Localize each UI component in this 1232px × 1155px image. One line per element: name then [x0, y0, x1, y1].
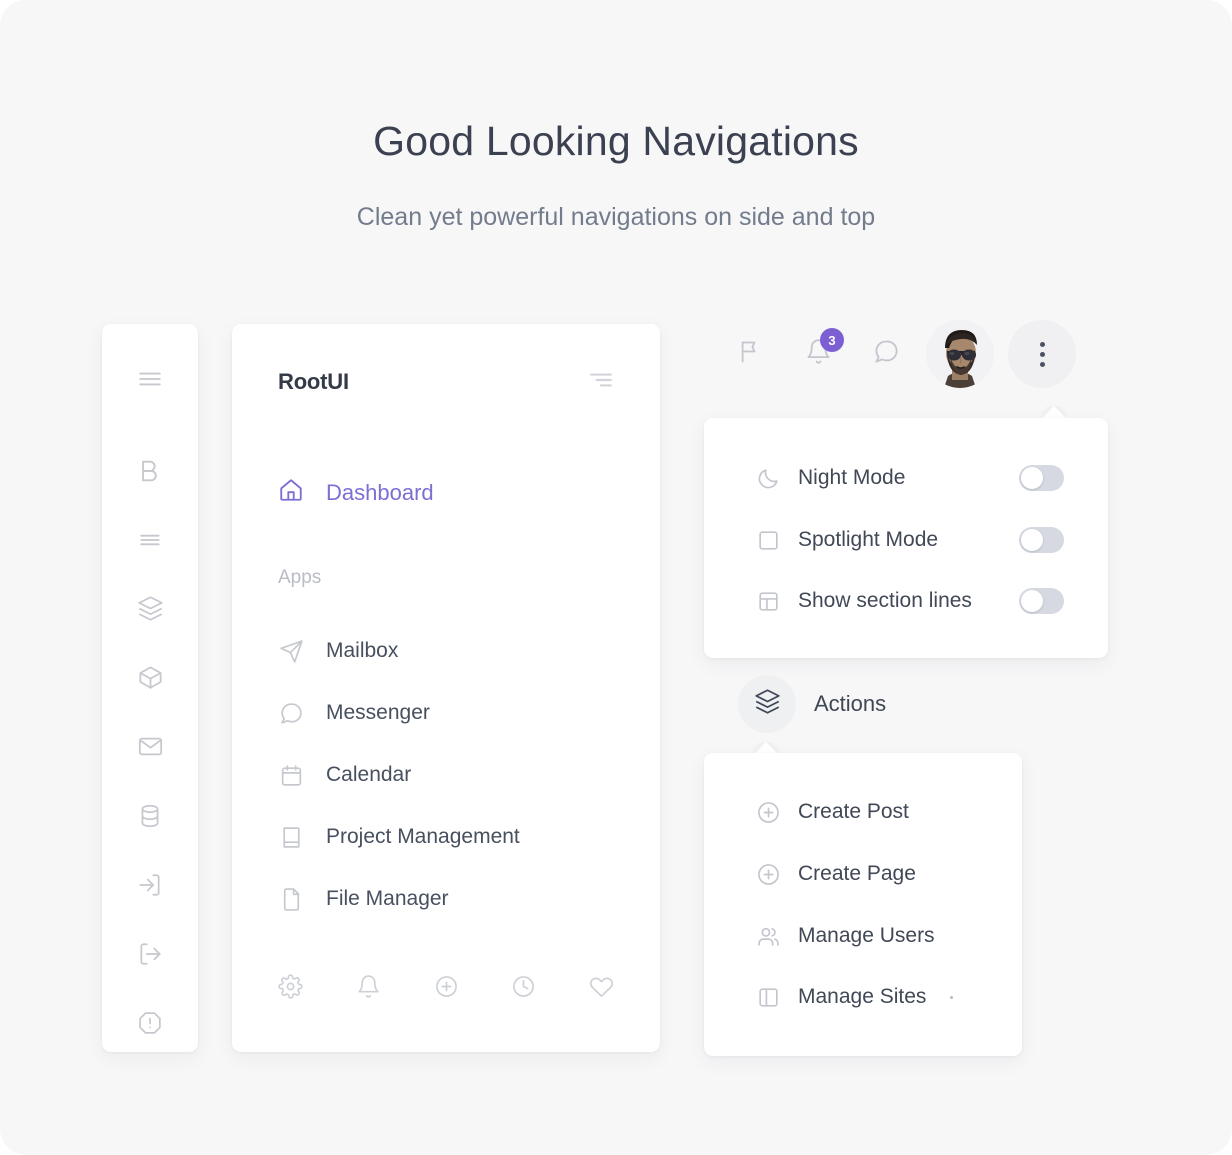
- sidebar-header: RootUI: [232, 362, 660, 402]
- main-sidebar: RootUI Dashboard Apps Mailbox Messenger …: [232, 324, 660, 1052]
- message-circle-icon: [278, 701, 304, 726]
- bell-icon[interactable]: [356, 974, 381, 999]
- rail-item-alert[interactable]: [102, 1002, 198, 1048]
- action-label: Manage Users: [798, 924, 935, 947]
- rail-item-layers[interactable]: [102, 588, 198, 634]
- rail-item-menu[interactable]: [102, 358, 198, 404]
- sidebar-item-mailbox[interactable]: Mailbox: [278, 620, 640, 682]
- plus-circle-icon: [756, 800, 798, 825]
- heart-icon[interactable]: [589, 974, 614, 999]
- settings-gear-icon[interactable]: [278, 974, 303, 999]
- layers-icon: [137, 595, 164, 627]
- option-spotlight-mode[interactable]: Spotlight Mode: [756, 520, 1064, 560]
- notifications-button[interactable]: 3: [784, 320, 852, 388]
- settings-popover: Night Mode Spotlight Mode Show section l…: [704, 418, 1108, 658]
- log-in-icon: [137, 872, 163, 903]
- sidebar-item-label: Messenger: [326, 701, 430, 724]
- more-options-button[interactable]: [1008, 320, 1076, 388]
- moon-icon: [756, 466, 798, 491]
- sidebar-nav-list: Mailbox Messenger Calendar Project Manag…: [278, 620, 640, 930]
- brand-logo: RootUI: [278, 369, 349, 394]
- page-root: Good Looking Navigations Clean yet power…: [0, 0, 1232, 1155]
- clock-icon[interactable]: [511, 974, 536, 999]
- sidebar-item-dashboard[interactable]: Dashboard: [278, 477, 434, 508]
- actions-popover: Create Post Create Page Manage Users Man…: [704, 753, 1022, 1056]
- page-subtitle: Clean yet powerful navigations on side a…: [356, 203, 876, 231]
- book-icon: [278, 825, 304, 850]
- sidebar-item-label: Calendar: [326, 763, 412, 786]
- action-manage-sites[interactable]: Manage Sites: [756, 977, 1002, 1017]
- option-label: Show section lines: [798, 589, 972, 612]
- actions-label: Actions: [814, 691, 887, 716]
- section-lines-toggle[interactable]: [1019, 588, 1064, 614]
- bold-b-logo-icon: [136, 457, 164, 490]
- avatar[interactable]: [926, 320, 994, 388]
- file-icon: [278, 887, 304, 912]
- layout-icon: [756, 589, 798, 614]
- sidebar-item-project-management[interactable]: Project Management: [278, 806, 640, 868]
- alert-octagon-icon: [137, 1010, 163, 1041]
- notification-badge: 3: [820, 328, 844, 352]
- messages-button[interactable]: [852, 320, 920, 388]
- log-out-icon: [137, 941, 163, 972]
- rail-item-align[interactable]: [102, 519, 198, 565]
- option-show-section-lines[interactable]: Show section lines: [756, 581, 1064, 621]
- rail-item-mail[interactable]: [102, 726, 198, 772]
- action-manage-users[interactable]: Manage Users: [756, 916, 1002, 956]
- sidebar-section-label: Apps: [278, 567, 322, 588]
- actions-icon-button[interactable]: [738, 675, 796, 733]
- database-icon: [137, 803, 163, 834]
- actions-trigger[interactable]: Actions: [738, 675, 886, 733]
- option-night-mode[interactable]: Night Mode: [756, 458, 1064, 498]
- square-icon: [756, 528, 798, 553]
- sidebar-item-label: Project Management: [326, 825, 520, 848]
- sidebar-item-calendar[interactable]: Calendar: [278, 744, 640, 806]
- rail-item-login[interactable]: [102, 864, 198, 910]
- plus-circle-icon[interactable]: [434, 974, 459, 999]
- plus-circle-icon: [756, 862, 798, 887]
- rail-item-brand[interactable]: [102, 450, 198, 496]
- menu-icon: [137, 366, 163, 397]
- box-icon: [137, 664, 164, 696]
- action-label: Create Page: [798, 862, 916, 885]
- mail-icon: [137, 733, 164, 765]
- avatar-photo: [926, 320, 994, 388]
- align-justify-icon: [137, 527, 163, 558]
- message-circle-icon: [873, 338, 900, 370]
- sidebar-item-label: Mailbox: [326, 639, 399, 662]
- sidebar-icon: [756, 985, 798, 1010]
- option-label: Night Mode: [798, 466, 906, 489]
- trailing-dot-indicator: [950, 995, 954, 999]
- sidebar-item-label: File Manager: [326, 887, 449, 910]
- rail-item-box[interactable]: [102, 657, 198, 703]
- calendar-icon: [278, 763, 304, 788]
- action-label: Create Post: [798, 800, 909, 823]
- top-toolbar: 3: [716, 320, 1116, 388]
- sidebar-item-messenger[interactable]: Messenger: [278, 682, 640, 744]
- action-label: Manage Sites: [798, 985, 927, 1008]
- layers-icon: [754, 688, 781, 720]
- flag-button[interactable]: [716, 320, 784, 388]
- rail-item-logout[interactable]: [102, 933, 198, 979]
- sidebar-footer-toolbar: [278, 974, 614, 999]
- users-icon: [756, 924, 798, 949]
- align-right-icon: [588, 367, 614, 398]
- icon-rail: [102, 324, 198, 1052]
- home-icon: [278, 477, 304, 508]
- night-mode-toggle[interactable]: [1019, 465, 1064, 491]
- action-create-page[interactable]: Create Page: [756, 854, 1002, 894]
- send-icon: [278, 639, 304, 664]
- page-title: Good Looking Navigations: [373, 118, 859, 164]
- flag-icon: [737, 338, 764, 370]
- sidebar-item-label: Dashboard: [326, 479, 434, 505]
- more-vertical-icon: [1039, 341, 1045, 367]
- rail-item-database[interactable]: [102, 795, 198, 841]
- sidebar-item-file-manager[interactable]: File Manager: [278, 868, 640, 930]
- sidebar-collapse-button[interactable]: [588, 367, 614, 398]
- spotlight-mode-toggle[interactable]: [1019, 527, 1064, 553]
- action-create-post[interactable]: Create Post: [756, 792, 1002, 832]
- option-label: Spotlight Mode: [798, 528, 939, 551]
